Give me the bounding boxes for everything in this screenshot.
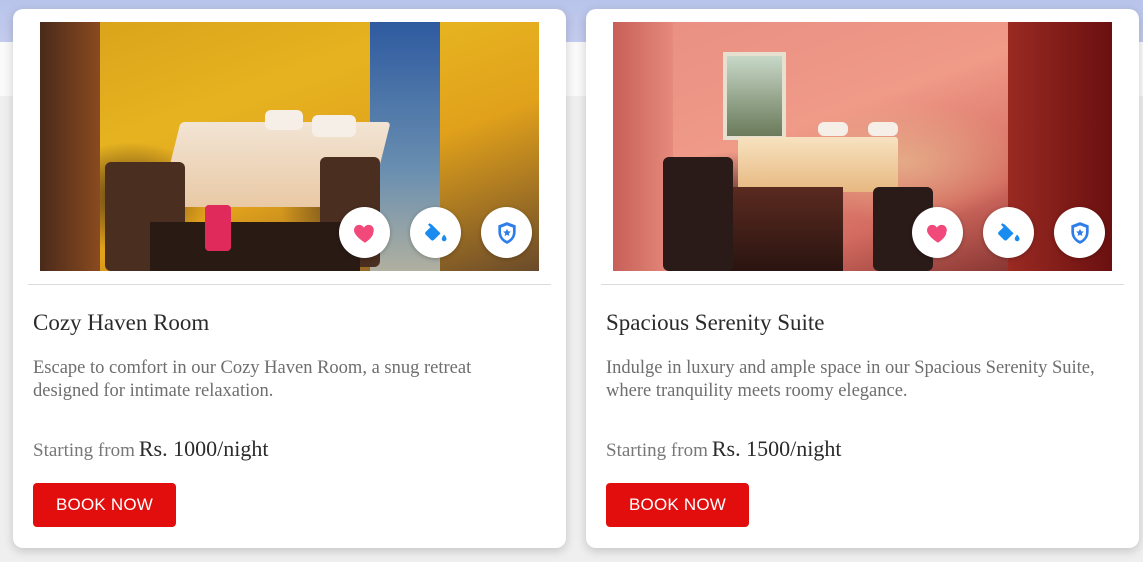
amenity-badges bbox=[613, 207, 1112, 259]
shield-icon bbox=[497, 221, 516, 244]
shield-icon bbox=[1070, 221, 1089, 244]
room-description: Escape to comfort in our Cozy Haven Room… bbox=[33, 358, 472, 401]
room-card: Spacious Serenity Suite Indulge in luxur… bbox=[586, 9, 1139, 548]
room-price: Starting from Rs. 1000/night bbox=[33, 436, 268, 462]
room-card: Cozy Haven Room Escape to comfort in our… bbox=[13, 9, 566, 548]
price-label: Starting from bbox=[606, 440, 708, 461]
paint-bucket-icon bbox=[997, 222, 1020, 241]
room-description: Indulge in luxury and ample space in our… bbox=[606, 358, 1095, 401]
room-price: Starting from Rs. 1500/night bbox=[606, 436, 841, 462]
paint-badge[interactable] bbox=[983, 207, 1034, 258]
card-divider bbox=[28, 284, 551, 285]
safety-badge[interactable] bbox=[481, 207, 532, 258]
price-label: Starting from bbox=[33, 440, 135, 461]
amenity-badges bbox=[40, 207, 539, 259]
card-divider bbox=[601, 284, 1124, 285]
book-now-button[interactable]: BOOK NOW bbox=[33, 483, 176, 527]
heart-icon bbox=[926, 224, 947, 243]
paint-badge[interactable] bbox=[410, 207, 461, 258]
room-title: Spacious Serenity Suite bbox=[606, 310, 825, 335]
price-value: Rs. 1000/night bbox=[138, 436, 269, 461]
room-title: Cozy Haven Room bbox=[33, 310, 210, 335]
safety-badge[interactable] bbox=[1054, 207, 1105, 258]
book-now-button[interactable]: BOOK NOW bbox=[606, 483, 749, 527]
paint-bucket-icon bbox=[424, 222, 447, 241]
favorite-badge[interactable] bbox=[912, 207, 963, 258]
heart-icon bbox=[353, 224, 374, 243]
price-value: Rs. 1500/night bbox=[711, 436, 842, 461]
favorite-badge[interactable] bbox=[339, 207, 390, 258]
